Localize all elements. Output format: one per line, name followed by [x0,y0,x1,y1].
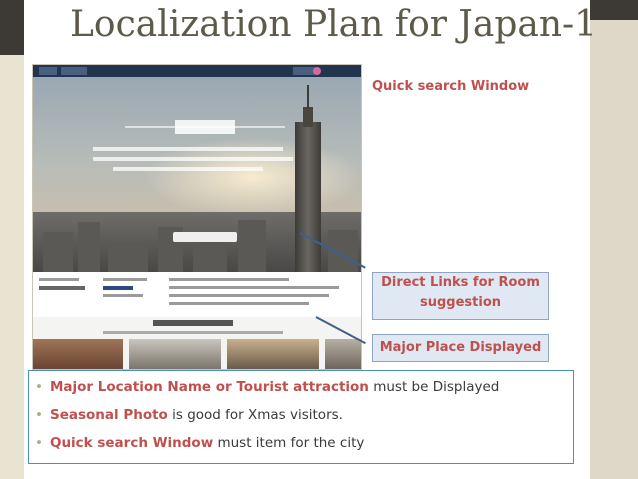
direct-links-line2: suggestion [419,295,501,310]
area-search-button[interactable] [173,232,237,242]
bullet-item: • Quick search Window must item for the c… [35,435,365,451]
section-heading [153,320,233,326]
bullet-item: • Major Location Name or Tourist attracti… [35,379,500,395]
site-nav-bar [33,65,361,77]
heart-icon [313,67,321,75]
direct-links-callout: Direct Links for Room suggestion [372,272,549,320]
quick-search-callout: Quick search Window [372,79,530,94]
direct-links-line1: Direct Links for Room [381,275,540,290]
right-decor-bar [590,0,638,479]
hero-photo [33,77,361,272]
place-photo[interactable] [325,339,361,369]
slide-title: Localization Plan for Japan-1 [70,4,598,45]
slide: Localization Plan for Japan-1 Quick sear… [0,0,638,479]
bullet-list: • Major Location Name or Tourist attracti… [28,370,574,464]
place-photo[interactable] [33,339,123,369]
left-decor-bar [0,0,24,479]
major-place-callout: Major Place Displayed [372,334,549,362]
bullet-item: • Seasonal Photo is good for Xmas visitor… [35,407,343,423]
skyscraper [295,122,321,272]
website-screenshot [32,64,362,370]
section-subtext [103,331,283,334]
place-photo[interactable] [227,339,319,369]
hero-heading [125,120,285,134]
place-photo[interactable] [129,339,221,369]
quick-info-strip [33,272,361,317]
